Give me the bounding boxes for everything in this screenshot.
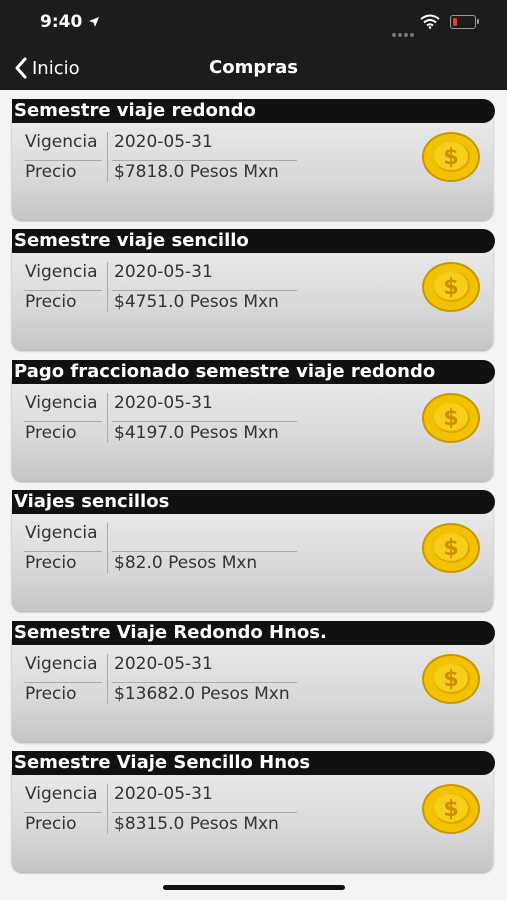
purchase-card[interactable]: Semestre Viaje Sencillo Hnos Vigencia 20… xyxy=(12,748,495,875)
card-title: Semestre Viaje Sencillo Hnos xyxy=(12,751,495,775)
purchase-card[interactable]: Pago fraccionado semestre viaje redondo … xyxy=(12,357,495,484)
purchase-card[interactable]: Semestre viaje redondo Vigencia 2020-05-… xyxy=(12,96,495,223)
vigencia-value: 2020-05-31 xyxy=(114,784,213,804)
card-title: Semestre viaje redondo xyxy=(12,99,495,123)
nav-bar: Inicio Compras xyxy=(0,46,507,90)
svg-text:$: $ xyxy=(443,536,458,561)
status-bar: 9:40 xyxy=(0,0,507,46)
dollar-coin-icon[interactable]: $ xyxy=(421,392,481,444)
wifi-icon xyxy=(420,14,440,29)
vigencia-label: Vigencia xyxy=(25,654,98,674)
vigencia-label: Vigencia xyxy=(25,784,98,804)
dollar-coin-icon[interactable]: $ xyxy=(421,783,481,835)
card-title: Semestre Viaje Redondo Hnos. xyxy=(12,621,495,645)
vigencia-label: Vigencia xyxy=(25,262,98,282)
vigencia-value: 2020-05-31 xyxy=(114,654,213,674)
precio-value: $7818.0 Pesos Mxn xyxy=(114,162,279,182)
svg-text:$: $ xyxy=(443,797,458,822)
vigencia-value: 2020-05-31 xyxy=(114,132,213,152)
precio-label: Precio xyxy=(25,423,77,443)
precio-value: $82.0 Pesos Mxn xyxy=(114,553,258,573)
vigencia-label: Vigencia xyxy=(25,523,98,543)
dollar-coin-icon[interactable]: $ xyxy=(421,653,481,705)
precio-value: $8315.0 Pesos Mxn xyxy=(114,814,279,834)
precio-label: Precio xyxy=(25,814,77,834)
precio-label: Precio xyxy=(25,292,77,312)
vigencia-label: Vigencia xyxy=(25,132,98,152)
battery-icon xyxy=(450,15,479,29)
svg-text:$: $ xyxy=(443,406,458,431)
dollar-coin-icon[interactable]: $ xyxy=(421,522,481,574)
status-time: 9:40 xyxy=(40,12,83,32)
dollar-coin-icon[interactable]: $ xyxy=(421,261,481,313)
precio-label: Precio xyxy=(25,162,77,182)
precio-label: Precio xyxy=(25,553,77,573)
svg-text:$: $ xyxy=(443,145,458,170)
precio-value: $4751.0 Pesos Mxn xyxy=(114,292,279,312)
dollar-coin-icon[interactable]: $ xyxy=(421,131,481,183)
purchase-card[interactable]: Semestre viaje sencillo Vigencia 2020-05… xyxy=(12,226,495,353)
svg-text:$: $ xyxy=(443,667,458,692)
home-indicator[interactable] xyxy=(163,885,345,890)
purchase-card[interactable]: Viajes sencillos Vigencia Precio $82.0 P… xyxy=(12,487,495,614)
svg-text:$: $ xyxy=(443,275,458,300)
precio-label: Precio xyxy=(25,684,77,704)
vigencia-value: 2020-05-31 xyxy=(114,262,213,282)
card-title: Viajes sencillos xyxy=(12,490,495,514)
vigencia-label: Vigencia xyxy=(25,393,98,413)
precio-value: $4197.0 Pesos Mxn xyxy=(114,423,279,443)
vigencia-value: 2020-05-31 xyxy=(114,393,213,413)
signal-icon xyxy=(392,22,416,41)
page-title: Compras xyxy=(209,57,298,78)
purchase-card[interactable]: Semestre Viaje Redondo Hnos. Vigencia 20… xyxy=(12,618,495,745)
location-arrow-icon xyxy=(89,17,99,27)
card-title: Semestre viaje sencillo xyxy=(12,229,495,253)
card-title: Pago fraccionado semestre viaje redondo xyxy=(12,360,495,384)
precio-value: $13682.0 Pesos Mxn xyxy=(114,684,290,704)
